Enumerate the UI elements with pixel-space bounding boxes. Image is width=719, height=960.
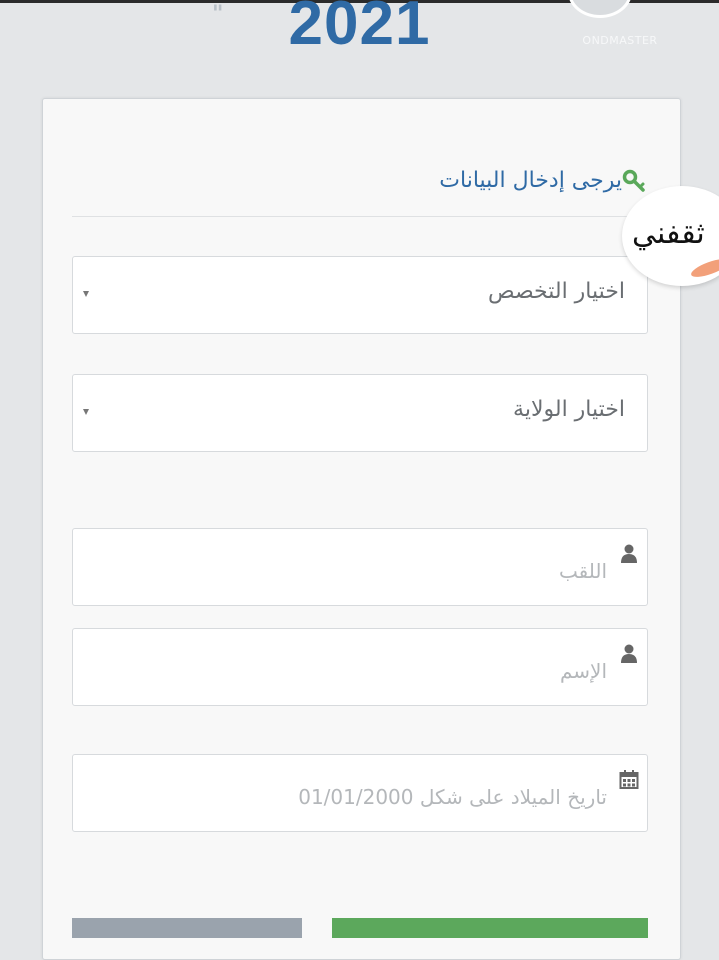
birthdate-placeholder: تاريخ الميلاد على شكل 01/01/2000 — [298, 785, 607, 809]
form-header: يرجى إدخال البيانات — [72, 168, 648, 217]
user-icon — [621, 544, 637, 563]
birthdate-input[interactable]: تاريخ الميلاد على شكل 01/01/2000 — [72, 754, 648, 832]
state-select-value: اختيار الولاية — [513, 397, 625, 422]
chevron-down-icon — [83, 291, 89, 297]
state-select[interactable]: اختيار الولاية — [72, 374, 648, 452]
sticker-text: ثقفني — [632, 216, 705, 251]
form-title: يرجى إدخال البيانات — [439, 168, 622, 193]
calendar-icon — [619, 770, 639, 789]
specialty-select-value: اختيار التخصص — [488, 279, 625, 304]
lastname-input[interactable]: اللقب — [72, 528, 648, 606]
firstname-placeholder: الإسم — [559, 659, 607, 683]
key-icon — [622, 169, 645, 192]
lastname-placeholder: اللقب — [558, 559, 607, 583]
firstname-input[interactable]: الإسم — [72, 628, 648, 706]
specialty-select[interactable]: اختيار التخصص — [72, 256, 648, 334]
submit-button[interactable] — [332, 918, 648, 938]
reset-button[interactable] — [72, 918, 302, 938]
user-icon — [621, 644, 637, 663]
brand-logo-text: ONDMASTER — [582, 34, 658, 47]
chevron-down-icon — [83, 409, 89, 415]
